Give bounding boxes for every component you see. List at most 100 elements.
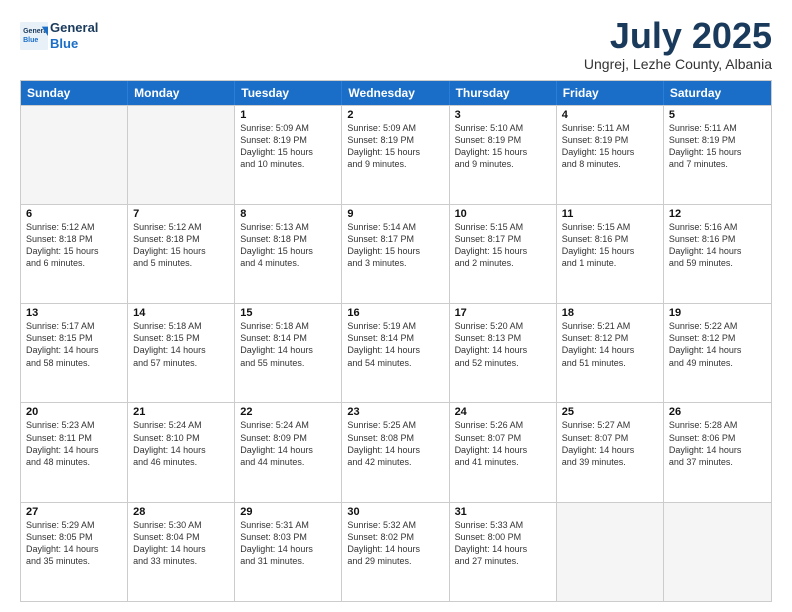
cell-info-line: Sunset: 8:19 PM — [347, 134, 443, 146]
cell-info-line: Sunset: 8:07 PM — [455, 432, 551, 444]
day-number: 27 — [26, 506, 122, 518]
cell-info-line: and 8 minutes. — [562, 158, 658, 170]
calendar-row-1: 1Sunrise: 5:09 AMSunset: 8:19 PMDaylight… — [21, 105, 771, 204]
calendar-day-14: 14Sunrise: 5:18 AMSunset: 8:15 PMDayligh… — [128, 304, 235, 402]
cell-info-line: Sunset: 8:18 PM — [26, 233, 122, 245]
day-number: 1 — [240, 109, 336, 121]
cell-info-line: Daylight: 14 hours — [669, 245, 766, 257]
calendar-day-28: 28Sunrise: 5:30 AMSunset: 8:04 PMDayligh… — [128, 503, 235, 601]
cell-info-line: Daylight: 15 hours — [669, 146, 766, 158]
page: General Blue General Blue July 2025 Ungr… — [0, 0, 792, 612]
calendar-day-6: 6Sunrise: 5:12 AMSunset: 8:18 PMDaylight… — [21, 205, 128, 303]
cell-info-line: Daylight: 15 hours — [26, 245, 122, 257]
cell-info-line: and 55 minutes. — [240, 357, 336, 369]
calendar: SundayMondayTuesdayWednesdayThursdayFrid… — [20, 80, 772, 602]
cell-info-line: Sunset: 8:07 PM — [562, 432, 658, 444]
cell-info-line: Daylight: 15 hours — [347, 146, 443, 158]
cell-info-line: and 59 minutes. — [669, 257, 766, 269]
cell-info-line: Sunrise: 5:10 AM — [455, 122, 551, 134]
cell-info-line: Daylight: 14 hours — [669, 444, 766, 456]
cell-info-line: Daylight: 14 hours — [669, 344, 766, 356]
day-number: 22 — [240, 406, 336, 418]
day-number: 18 — [562, 307, 658, 319]
cell-info-line: and 42 minutes. — [347, 456, 443, 468]
cell-info-line: Daylight: 14 hours — [455, 543, 551, 555]
weekday-header-monday: Monday — [128, 81, 235, 105]
location-subtitle: Ungrej, Lezhe County, Albania — [584, 56, 772, 72]
calendar-day-25: 25Sunrise: 5:27 AMSunset: 8:07 PMDayligh… — [557, 403, 664, 501]
day-number: 11 — [562, 208, 658, 220]
cell-info-line: Daylight: 14 hours — [455, 444, 551, 456]
calendar-day-7: 7Sunrise: 5:12 AMSunset: 8:18 PMDaylight… — [128, 205, 235, 303]
cell-info-line: Sunrise: 5:12 AM — [26, 221, 122, 233]
calendar-day-29: 29Sunrise: 5:31 AMSunset: 8:03 PMDayligh… — [235, 503, 342, 601]
cell-info-line: Daylight: 15 hours — [562, 146, 658, 158]
cell-info-line: Daylight: 14 hours — [562, 344, 658, 356]
cell-info-line: Sunset: 8:15 PM — [133, 332, 229, 344]
cell-info-line: Daylight: 14 hours — [347, 444, 443, 456]
calendar-day-22: 22Sunrise: 5:24 AMSunset: 8:09 PMDayligh… — [235, 403, 342, 501]
calendar-cell-empty — [21, 106, 128, 204]
cell-info-line: Sunrise: 5:18 AM — [133, 320, 229, 332]
calendar-row-3: 13Sunrise: 5:17 AMSunset: 8:15 PMDayligh… — [21, 303, 771, 402]
cell-info-line: Sunrise: 5:21 AM — [562, 320, 658, 332]
cell-info-line: Sunset: 8:14 PM — [347, 332, 443, 344]
cell-info-line: Sunrise: 5:09 AM — [347, 122, 443, 134]
calendar-cell-empty — [664, 503, 771, 601]
calendar-row-4: 20Sunrise: 5:23 AMSunset: 8:11 PMDayligh… — [21, 402, 771, 501]
cell-info-line: Sunset: 8:19 PM — [240, 134, 336, 146]
cell-info-line: and 48 minutes. — [26, 456, 122, 468]
cell-info-line: Sunrise: 5:28 AM — [669, 419, 766, 431]
day-number: 13 — [26, 307, 122, 319]
calendar-cell-empty — [557, 503, 664, 601]
cell-info-line: Sunset: 8:00 PM — [455, 531, 551, 543]
calendar-day-23: 23Sunrise: 5:25 AMSunset: 8:08 PMDayligh… — [342, 403, 449, 501]
day-number: 20 — [26, 406, 122, 418]
cell-info-line: Sunset: 8:17 PM — [455, 233, 551, 245]
cell-info-line: and 58 minutes. — [26, 357, 122, 369]
cell-info-line: Sunset: 8:11 PM — [26, 432, 122, 444]
day-number: 4 — [562, 109, 658, 121]
cell-info-line: and 9 minutes. — [455, 158, 551, 170]
month-title: July 2025 — [584, 16, 772, 56]
day-number: 16 — [347, 307, 443, 319]
logo-icon: General Blue — [20, 22, 48, 50]
weekday-header-sunday: Sunday — [21, 81, 128, 105]
calendar-day-27: 27Sunrise: 5:29 AMSunset: 8:05 PMDayligh… — [21, 503, 128, 601]
day-number: 3 — [455, 109, 551, 121]
cell-info-line: Sunset: 8:12 PM — [562, 332, 658, 344]
cell-info-line: and 52 minutes. — [455, 357, 551, 369]
cell-info-line: and 27 minutes. — [455, 555, 551, 567]
cell-info-line: Daylight: 14 hours — [562, 444, 658, 456]
calendar-day-16: 16Sunrise: 5:19 AMSunset: 8:14 PMDayligh… — [342, 304, 449, 402]
day-number: 21 — [133, 406, 229, 418]
calendar-day-19: 19Sunrise: 5:22 AMSunset: 8:12 PMDayligh… — [664, 304, 771, 402]
cell-info-line: Sunset: 8:18 PM — [240, 233, 336, 245]
cell-info-line: Daylight: 14 hours — [347, 344, 443, 356]
logo: General Blue General Blue — [20, 20, 98, 51]
calendar-day-3: 3Sunrise: 5:10 AMSunset: 8:19 PMDaylight… — [450, 106, 557, 204]
cell-info-line: and 39 minutes. — [562, 456, 658, 468]
cell-info-line: and 41 minutes. — [455, 456, 551, 468]
calendar-day-13: 13Sunrise: 5:17 AMSunset: 8:15 PMDayligh… — [21, 304, 128, 402]
cell-info-line: Sunrise: 5:16 AM — [669, 221, 766, 233]
calendar-day-17: 17Sunrise: 5:20 AMSunset: 8:13 PMDayligh… — [450, 304, 557, 402]
cell-info-line: and 29 minutes. — [347, 555, 443, 567]
day-number: 2 — [347, 109, 443, 121]
day-number: 7 — [133, 208, 229, 220]
cell-info-line: Sunrise: 5:24 AM — [240, 419, 336, 431]
cell-info-line: Sunset: 8:04 PM — [133, 531, 229, 543]
cell-info-line: Daylight: 15 hours — [455, 146, 551, 158]
cell-info-line: Daylight: 14 hours — [455, 344, 551, 356]
cell-info-line: Sunrise: 5:30 AM — [133, 519, 229, 531]
cell-info-line: Daylight: 15 hours — [133, 245, 229, 257]
cell-info-line: and 49 minutes. — [669, 357, 766, 369]
calendar-day-26: 26Sunrise: 5:28 AMSunset: 8:06 PMDayligh… — [664, 403, 771, 501]
cell-info-line: and 51 minutes. — [562, 357, 658, 369]
header: General Blue General Blue July 2025 Ungr… — [20, 16, 772, 72]
cell-info-line: Sunrise: 5:15 AM — [562, 221, 658, 233]
day-number: 30 — [347, 506, 443, 518]
cell-info-line: Daylight: 15 hours — [347, 245, 443, 257]
cell-info-line: Sunset: 8:13 PM — [455, 332, 551, 344]
cell-info-line: and 6 minutes. — [26, 257, 122, 269]
